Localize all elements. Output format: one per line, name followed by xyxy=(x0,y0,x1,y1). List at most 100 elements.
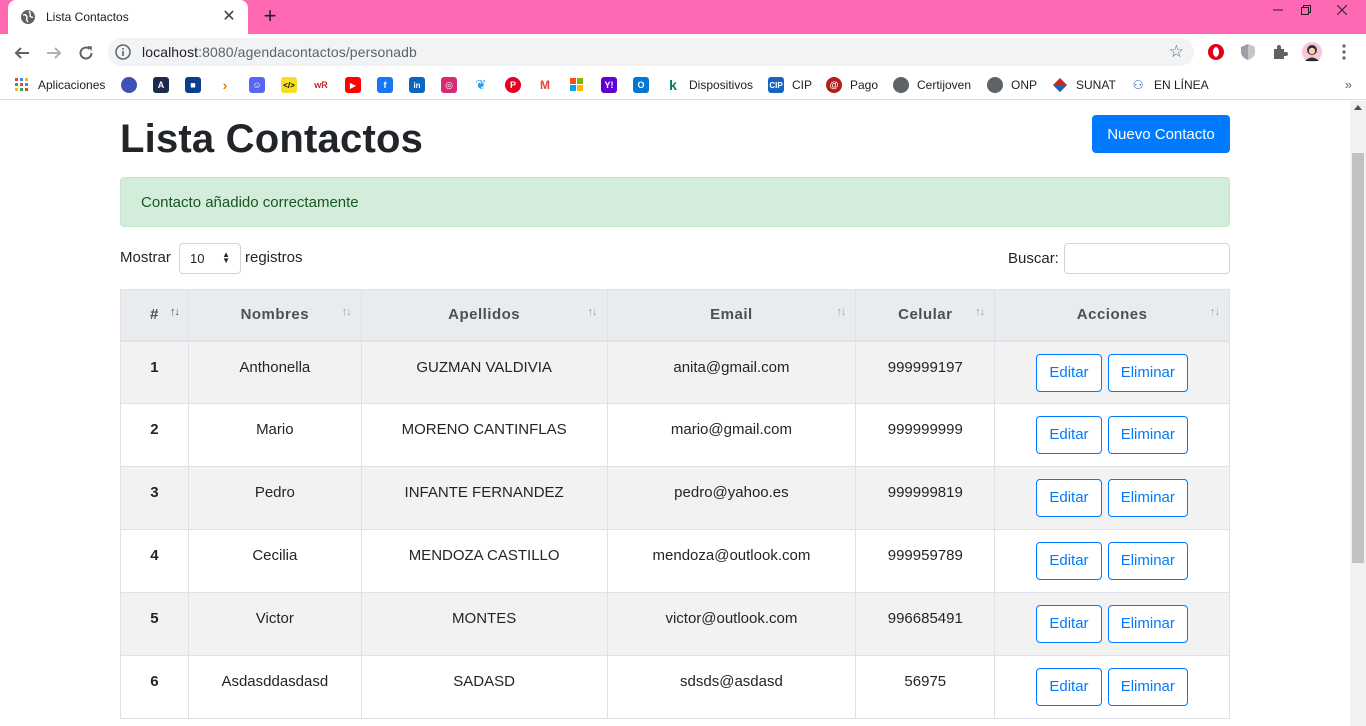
new-contact-button[interactable]: Nuevo Contacto xyxy=(1092,115,1230,153)
delete-button[interactable]: Eliminar xyxy=(1107,416,1188,454)
cell-email: victor@outlook.com xyxy=(606,592,857,656)
search-input[interactable] xyxy=(1064,243,1230,274)
profile-avatar[interactable] xyxy=(1302,42,1322,62)
column-header-apellidos[interactable]: Apellidos ↑↓ xyxy=(360,289,608,342)
cell-nombres: Asdasddasdasd xyxy=(187,655,362,719)
cell-celular: 999999999 xyxy=(855,403,996,467)
shield-icon[interactable] xyxy=(1238,42,1258,62)
bookmark-instagram[interactable]: ◎ xyxy=(441,76,465,94)
reload-icon[interactable] xyxy=(73,40,99,66)
search-label: Buscar: xyxy=(1008,250,1059,267)
length-prefix-label: Mostrar xyxy=(120,249,171,266)
page-scrollbar[interactable] xyxy=(1350,101,1366,726)
cell-email: mendoza@outlook.com xyxy=(606,529,857,593)
column-header-acciones[interactable]: Acciones ↑↓ xyxy=(994,289,1230,342)
cell-nombres: Victor xyxy=(187,592,362,656)
bookmark-sunat[interactable]: SUNAT xyxy=(1052,76,1116,94)
cell-apellidos: SADASD xyxy=(360,655,608,719)
scrollbar-thumb[interactable] xyxy=(1352,153,1364,563)
bookmark-label: Certijoven xyxy=(917,78,972,92)
delete-button[interactable]: Eliminar xyxy=(1107,353,1188,392)
tab-close-icon[interactable]: ✕ xyxy=(220,9,238,25)
wr-icon: wR xyxy=(313,77,329,93)
extensions-puzzle-icon[interactable] xyxy=(1270,42,1290,62)
bookmark-onp[interactable]: ONP xyxy=(987,76,1037,94)
bookmark-aplicaciones[interactable]: Aplicaciones xyxy=(14,76,105,94)
table-row: 6 Asdasddasdasd SADASD sdsds@asdasd 5697… xyxy=(120,655,1230,719)
minimize-icon[interactable] xyxy=(1264,0,1292,20)
header-label: Apellidos xyxy=(448,306,521,324)
bookmark-en-linea[interactable]: ⚇ EN LÍNEA xyxy=(1130,76,1209,94)
url-text[interactable]: localhost:8080/agendacontactos/personadb xyxy=(142,44,417,60)
browser-titlebar: Lista Contactos ✕ + xyxy=(0,0,1366,34)
page-length-select[interactable]: 10 ▲ ▼ xyxy=(179,243,241,274)
table-row: 2 Mario MORENO CANTINFLAS mario@gmail.co… xyxy=(120,403,1230,467)
bookmark-youtube[interactable]: ▶ xyxy=(345,76,369,94)
delete-button[interactable]: Eliminar xyxy=(1107,668,1188,706)
address-bar[interactable]: localhost:8080/agendacontactos/personadb… xyxy=(108,38,1194,66)
bookmark-certijoven[interactable]: Certijoven xyxy=(893,76,971,94)
bookmark-label: CIP xyxy=(792,78,813,92)
forward-arrow-icon[interactable] xyxy=(41,40,67,66)
bookmark-yahoo[interactable]: Y! xyxy=(601,76,625,94)
edit-button[interactable]: Editar xyxy=(1036,668,1102,706)
sort-icon: ↑↓ xyxy=(1210,306,1220,318)
pago-icon: @ xyxy=(826,77,842,93)
bookmark-web[interactable] xyxy=(121,76,145,94)
bookmark-facebook[interactable]: f xyxy=(377,76,401,94)
cell-id: 1 xyxy=(120,340,189,404)
opera-icon[interactable] xyxy=(1206,42,1226,62)
bookmark-label: SUNAT xyxy=(1076,78,1116,92)
bookmark-gmail[interactable]: M xyxy=(537,76,561,94)
delete-button[interactable]: Eliminar xyxy=(1107,605,1188,643)
bookmark-outlook[interactable]: O xyxy=(633,76,657,94)
restore-icon[interactable] xyxy=(1292,0,1320,20)
back-arrow-icon[interactable] xyxy=(9,40,35,66)
globe-icon xyxy=(21,10,35,24)
close-window-icon[interactable] xyxy=(1318,0,1366,20)
bookmark-linkedin[interactable]: in xyxy=(409,76,433,94)
globe-icon xyxy=(987,77,1003,93)
new-tab-button[interactable]: + xyxy=(258,5,282,29)
linkedin-icon: in xyxy=(409,77,425,93)
delete-button[interactable]: Eliminar xyxy=(1107,479,1188,517)
column-header-email[interactable]: Email ↑↓ xyxy=(606,289,857,342)
bookmarks-more-icon[interactable]: » xyxy=(1345,77,1352,92)
column-header-nombres[interactable]: Nombres ↑↓ xyxy=(187,289,362,342)
bookmark-pago[interactable]: @ Pago xyxy=(826,76,878,94)
bookmark-square[interactable]: ■ xyxy=(185,76,209,94)
browser-menu-icon[interactable] xyxy=(1334,42,1354,62)
bookmark-code[interactable]: </> xyxy=(281,76,305,94)
bookmark-arrow[interactable]: › xyxy=(217,76,241,94)
delete-button[interactable]: Eliminar xyxy=(1107,542,1188,580)
edit-button[interactable]: Editar xyxy=(1036,605,1102,643)
tab-title: Lista Contactos xyxy=(46,10,129,24)
bookmark-cip[interactable]: CIP CIP xyxy=(768,76,812,94)
bookmark-a-logo[interactable]: A xyxy=(153,76,177,94)
edit-button[interactable]: Editar xyxy=(1036,479,1102,517)
info-icon[interactable] xyxy=(114,43,132,61)
bookmark-microsoft[interactable] xyxy=(569,76,593,94)
column-header-celular[interactable]: Celular ↑↓ xyxy=(855,289,996,342)
bookmark-twitter[interactable]: ❦ xyxy=(473,76,497,94)
bookmark-label: ONP xyxy=(1011,78,1038,92)
outlook-icon: O xyxy=(633,77,649,93)
bookmark-wr[interactable]: wR xyxy=(313,76,337,94)
edit-button[interactable]: Editar xyxy=(1036,353,1102,392)
scroll-up-icon[interactable] xyxy=(1354,105,1362,110)
browser-tab[interactable]: Lista Contactos ✕ xyxy=(8,0,248,34)
page-title: Lista Contactos xyxy=(120,117,424,161)
bookmark-pinterest[interactable]: P xyxy=(505,76,529,94)
bookmark-discord[interactable]: ☺ xyxy=(249,76,273,94)
header-label: Acciones xyxy=(1076,306,1148,324)
cell-apellidos: GUZMAN VALDIVIA xyxy=(360,340,608,404)
edit-button[interactable]: Editar xyxy=(1036,416,1102,454)
header-label: Celular xyxy=(898,306,953,324)
table-row: 4 Cecilia MENDOZA CASTILLO mendoza@outlo… xyxy=(120,529,1230,593)
sunat-icon xyxy=(1052,77,1068,93)
column-header-id[interactable]: # ↑↓ xyxy=(120,289,189,342)
bookmark-dispositivos[interactable]: k Dispositivos xyxy=(665,76,753,94)
cell-email: pedro@yahoo.es xyxy=(606,466,857,530)
bookmark-star-icon[interactable]: ☆ xyxy=(1169,42,1184,62)
edit-button[interactable]: Editar xyxy=(1036,542,1102,580)
